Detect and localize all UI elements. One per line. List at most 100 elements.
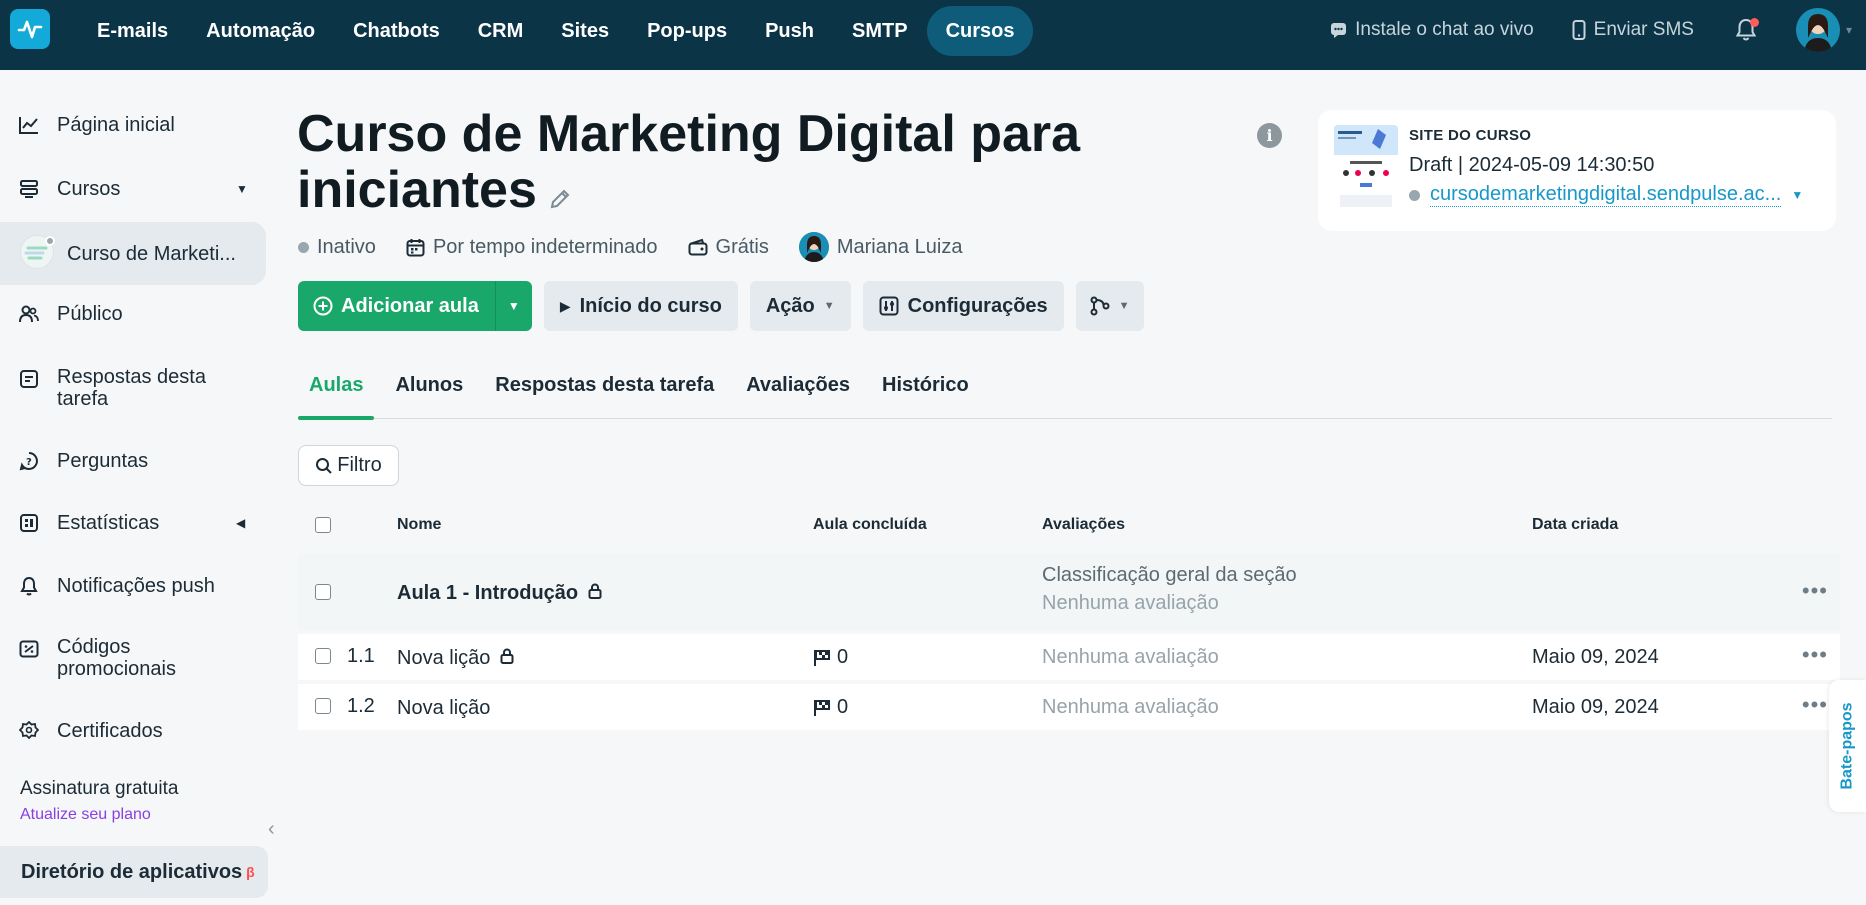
- sidebar-item-label: Estatísticas: [57, 512, 160, 534]
- pencil-icon[interactable]: [549, 165, 571, 221]
- sendpulse-logo-icon[interactable]: [10, 9, 50, 49]
- users-icon: [18, 303, 40, 325]
- course-thumbnail-icon: [20, 235, 55, 269]
- row-checkbox[interactable]: [315, 698, 331, 714]
- nav-automation[interactable]: Automação: [187, 6, 334, 56]
- lesson-date: Maio 09, 2024: [1532, 696, 1659, 718]
- sidebar-item-push[interactable]: Notificações push: [0, 575, 266, 601]
- nav-push[interactable]: Push: [746, 6, 833, 56]
- table-row[interactable]: 1.2 Nova lição 0 Nenhuma avaliação Maio …: [298, 684, 1840, 730]
- user-avatar[interactable]: [1795, 8, 1840, 52]
- info-icon[interactable]: i: [1257, 123, 1282, 148]
- start-course-label: Início do curso: [579, 294, 722, 317]
- filter-button[interactable]: Filtro: [298, 445, 399, 486]
- add-lesson-dropdown-button[interactable]: ▼: [494, 281, 532, 331]
- upgrade-plan-link[interactable]: Atualize seu plano: [10, 806, 220, 824]
- table-row[interactable]: 1.1 Nova lição 0 Nenhuma avaliação Maio …: [298, 634, 1840, 680]
- more-options-icon[interactable]: •••: [1802, 578, 1828, 604]
- notifications-bell-icon[interactable]: [1732, 16, 1760, 44]
- site-preview-thumbnail[interactable]: [1334, 125, 1398, 213]
- sidebar-item-promo-codes[interactable]: Códigos promocionais: [0, 636, 266, 684]
- dashboard-icon: [18, 512, 40, 534]
- sidebar-item-label: Respostas desta tarefa: [57, 366, 206, 410]
- section-rating-title: Classificação geral da seção: [1042, 564, 1297, 586]
- collapse-sidebar-icon[interactable]: ‹: [268, 818, 275, 841]
- site-url-row[interactable]: cursodemarketingdigital.sendpulse.ac... …: [1409, 183, 1803, 207]
- sidebar-item-home[interactable]: Página inicial: [0, 114, 266, 140]
- caret-down-icon[interactable]: ▼: [1791, 188, 1803, 202]
- table-row[interactable]: Aula 1 - Introdução Classificação geral …: [298, 554, 1840, 630]
- sidebar-current-course-label[interactable]: Curso de Marketi...: [67, 243, 236, 265]
- header-ratings[interactable]: Avaliações: [1042, 516, 1125, 534]
- nav-sites[interactable]: Sites: [542, 6, 628, 56]
- author-avatar: [798, 232, 829, 262]
- chats-side-tab[interactable]: Bate-papos: [1829, 680, 1866, 812]
- send-sms-link[interactable]: Enviar SMS: [1572, 19, 1694, 41]
- tab-lessons[interactable]: Aulas: [298, 364, 375, 420]
- section-name: Aula 1 - Introdução: [397, 582, 602, 605]
- start-course-button[interactable]: ▶ Início do curso: [543, 281, 738, 331]
- completed-count: 0: [837, 646, 849, 668]
- add-lesson-label: Adicionar aula: [341, 294, 479, 317]
- nav-courses[interactable]: Cursos: [926, 6, 1034, 56]
- tab-task-answers[interactable]: Respostas desta tarefa: [484, 364, 725, 419]
- caret-left-icon: ◀: [236, 516, 246, 530]
- lesson-name[interactable]: Nova lição: [397, 647, 514, 670]
- lesson-rating: Nenhuma avaliação: [1042, 646, 1219, 668]
- flow-icon: [1090, 296, 1110, 316]
- header-lesson-done[interactable]: Aula concluída: [813, 516, 927, 534]
- tab-history[interactable]: Histórico: [871, 364, 980, 419]
- plan-title: Assinatura gratuita: [20, 778, 179, 799]
- section-title: Aula 1 - Introdução: [397, 582, 579, 604]
- header-date-created[interactable]: Data criada: [1532, 516, 1618, 534]
- header-name[interactable]: Nome: [397, 516, 441, 534]
- row-checkbox[interactable]: [315, 648, 331, 664]
- certificate-badge-icon: [18, 720, 40, 742]
- tab-students[interactable]: Alunos: [384, 364, 474, 419]
- sliders-icon: [879, 296, 899, 316]
- lesson-name[interactable]: Nova lição: [397, 697, 490, 720]
- nav-chatbots[interactable]: Chatbots: [334, 6, 459, 56]
- sidebar-item-task-answers[interactable]: Respostas desta tarefa: [0, 366, 266, 414]
- app-directory-button[interactable]: Diretório de aplicativos β: [0, 846, 268, 898]
- action-dropdown-button[interactable]: Ação ▼: [749, 281, 851, 331]
- plan-box: Assinatura gratuita Atualize seu plano: [10, 778, 220, 824]
- app-directory-label: Diretório de aplicativos: [21, 860, 243, 883]
- sidebar-item-questions[interactable]: ? Perguntas: [0, 450, 266, 476]
- select-all-checkbox[interactable]: [315, 517, 331, 533]
- main-nav: E-mails Automação Chatbots CRM Sites Pop…: [78, 6, 1034, 56]
- flow-menu-button[interactable]: ▼: [1075, 281, 1144, 331]
- sidebar-item-label: Notificações push: [57, 575, 215, 597]
- add-lesson-button[interactable]: Adicionar aula: [298, 281, 495, 331]
- site-url-link[interactable]: cursodemarketingdigital.sendpulse.ac...: [1430, 183, 1782, 207]
- layers-icon: [18, 178, 40, 200]
- completed-count: 0: [837, 696, 849, 718]
- nav-popups[interactable]: Pop-ups: [628, 6, 746, 56]
- nav-emails[interactable]: E-mails: [78, 6, 187, 56]
- site-card-status: Draft | 2024-05-09 14:30:50: [1409, 154, 1655, 176]
- more-options-icon[interactable]: •••: [1802, 692, 1828, 718]
- chevron-down-icon[interactable]: ▾: [1846, 23, 1852, 37]
- calendar-icon: [406, 238, 425, 256]
- svg-text:?: ?: [26, 457, 32, 468]
- course-site-card: SITE DO CURSO Draft | 2024-05-09 14:30:5…: [1318, 110, 1836, 231]
- sidebar-item-certificates[interactable]: Certificados: [0, 720, 266, 746]
- course-meta: Inativo Por tempo indeterminado Grátis M…: [298, 232, 992, 262]
- settings-button[interactable]: Configurações: [862, 281, 1064, 331]
- nav-smtp[interactable]: SMTP: [833, 6, 927, 56]
- live-chat-link[interactable]: Instale o chat ao vivo: [1330, 19, 1534, 41]
- phone-icon: [1572, 20, 1586, 40]
- lesson-title: Nova lição: [397, 647, 491, 669]
- chats-side-tab-label: Bate-papos: [1838, 702, 1856, 790]
- course-actions: Adicionar aula ▼ ▶ Início do curso Ação …: [298, 281, 1144, 331]
- sidebar-item-stats[interactable]: Estatísticas ◀: [0, 512, 266, 538]
- top-navigation-bar: E-mails Automação Chatbots CRM Sites Pop…: [0, 0, 1866, 70]
- nav-crm[interactable]: CRM: [459, 6, 543, 56]
- tab-ratings[interactable]: Avaliações: [735, 364, 861, 419]
- lesson-title: Nova lição: [397, 697, 491, 719]
- more-options-icon[interactable]: •••: [1802, 642, 1828, 668]
- sidebar-item-courses[interactable]: Cursos ▼: [0, 178, 266, 204]
- row-checkbox[interactable]: [315, 584, 331, 600]
- send-sms-label: Enviar SMS: [1593, 19, 1694, 40]
- sidebar-item-audience[interactable]: Público: [0, 303, 266, 329]
